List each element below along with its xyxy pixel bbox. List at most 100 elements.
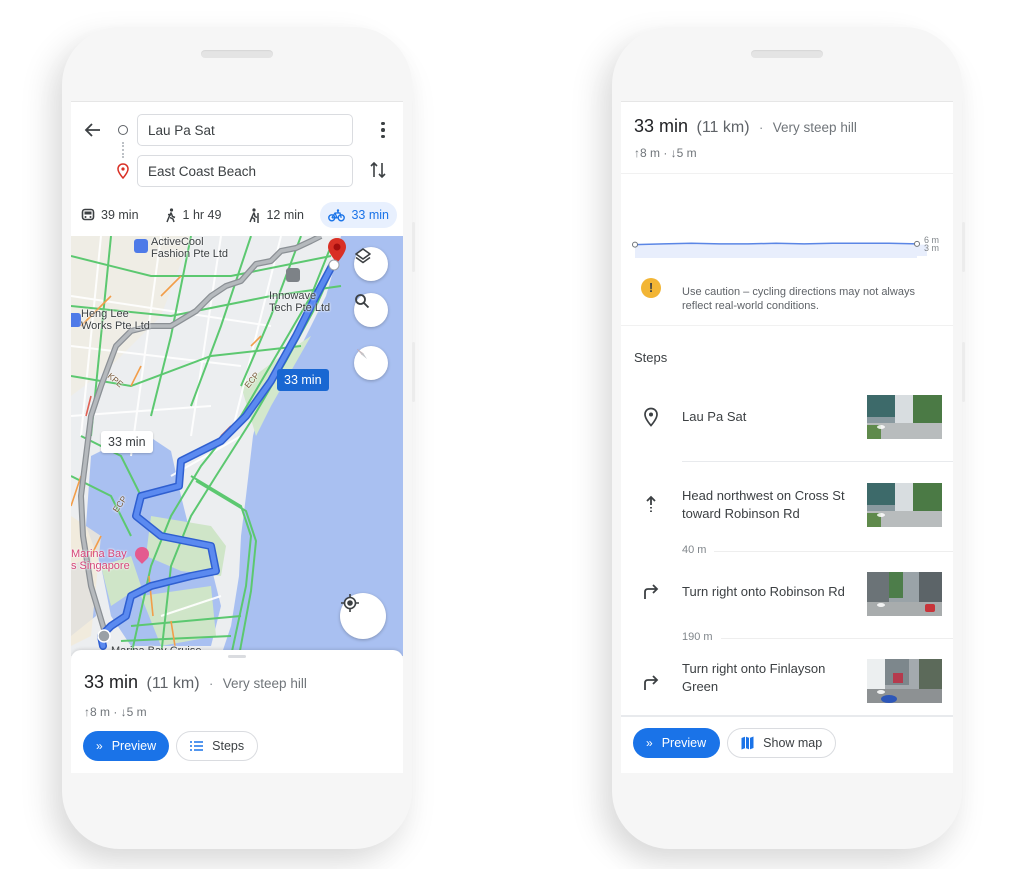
- search-icon: [355, 294, 370, 309]
- preview-button[interactable]: » Preview: [83, 731, 170, 761]
- step-text: Head northwest on Cross St toward Robins…: [682, 488, 845, 521]
- step-divider: [682, 461, 953, 462]
- step-item[interactable]: Turn right onto Robinson Rd: [621, 567, 953, 627]
- turn-right-icon: [641, 583, 661, 603]
- compass-icon: [357, 349, 367, 359]
- origin-input[interactable]: Lau Pa Sat: [137, 114, 353, 146]
- map-icon: [741, 736, 754, 750]
- search-along-route-button[interactable]: [354, 293, 388, 327]
- map-label-line: s Singapore: [71, 560, 130, 572]
- swap-vert-icon: [370, 161, 386, 179]
- warning-icon: !: [641, 278, 661, 298]
- steps-screen: 33 min (11 km) · Very steep hill ↑8 m · …: [621, 101, 953, 773]
- phone-frame-left: Lau Pa Sat East Coast Beach 39 min 1 hr …: [62, 27, 415, 849]
- swap-directions-button[interactable]: [369, 160, 389, 182]
- step-text: Turn right onto Finlayson Green: [682, 661, 826, 694]
- step-text: Lau Pa Sat: [682, 409, 747, 424]
- phone-side-button: [962, 342, 965, 402]
- route-terrain: Very steep hill: [772, 120, 857, 135]
- step-distance: 190 m: [682, 631, 721, 643]
- compass-button[interactable]: [354, 346, 388, 380]
- step-item[interactable]: Lau Pa Sat: [621, 393, 953, 453]
- map-label-line: ActiveCool: [151, 236, 204, 248]
- phone-speaker: [751, 50, 823, 58]
- distance-divider: [682, 638, 953, 639]
- map-label-poi[interactable]: ActiveCool Fashion Pte Ltd: [151, 236, 228, 260]
- step-item[interactable]: Head northwest on Cross St toward Robins…: [621, 477, 953, 547]
- business-poi-icon[interactable]: [71, 313, 81, 327]
- straight-arrow-icon: [641, 495, 661, 515]
- phone-side-button: [412, 342, 415, 402]
- steps-button[interactable]: Steps: [176, 731, 259, 761]
- step-text: Turn right onto Robinson Rd: [682, 584, 845, 599]
- street-view-thumbnail[interactable]: [867, 483, 942, 527]
- sheet-drag-handle[interactable]: [228, 655, 246, 658]
- sheet-actions: » Preview Steps: [83, 731, 265, 761]
- phone-side-button: [962, 222, 965, 272]
- list-icon: [190, 741, 204, 751]
- place-icon: [641, 407, 661, 427]
- elevation-chart-svg: [632, 240, 927, 258]
- my-location-button[interactable]: [340, 593, 386, 639]
- business-poi-icon[interactable]: [286, 268, 300, 282]
- alternate-route-duration-chip[interactable]: 33 min: [101, 431, 153, 453]
- arrow-back-icon: [84, 123, 100, 137]
- route-duration: 33 min: [634, 116, 689, 136]
- preview-button[interactable]: » Preview: [633, 728, 721, 758]
- route-duration: 33 min: [84, 672, 139, 692]
- separator-dot: ·: [208, 676, 214, 691]
- shopping-poi-icon[interactable]: [134, 239, 148, 253]
- my-location-icon: [341, 594, 359, 612]
- tab-transit[interactable]: 39 min: [73, 202, 147, 228]
- route-terrain: Very steep hill: [222, 676, 307, 691]
- route-summary: 33 min (11 km) · Very steep hill: [634, 116, 857, 137]
- steps-heading: Steps: [634, 350, 668, 365]
- map-label-line: Tech Pte Ltd: [269, 302, 331, 314]
- tab-label: 12 min: [266, 208, 304, 222]
- caution-text: Use caution – cycling directions may not…: [682, 286, 915, 312]
- hike-icon: [249, 207, 260, 223]
- elevation-chart: 6 m 3 m: [621, 174, 953, 258]
- tab-hike[interactable]: 12 min: [239, 202, 312, 228]
- elevation-start-point: [632, 241, 638, 248]
- route-summary: 33 min (11 km) · Very steep hill: [84, 672, 307, 693]
- tab-label: 33 min: [351, 208, 389, 222]
- layers-button[interactable]: [354, 247, 388, 281]
- route-map[interactable]: ActiveCool Fashion Pte Ltd Heng Lee Work…: [71, 236, 403, 656]
- map-label-line: Heng Lee: [81, 308, 129, 320]
- street-view-thumbnail[interactable]: [867, 395, 942, 439]
- button-label: Preview: [111, 739, 157, 753]
- layers-icon: [355, 248, 371, 264]
- route-start-marker: [97, 629, 111, 643]
- tab-walk[interactable]: 1 hr 49: [157, 202, 230, 228]
- route-distance: (11 km): [696, 119, 750, 136]
- map-label-line: Marina Bay: [71, 548, 127, 560]
- route-distance: (11 km): [146, 675, 200, 692]
- steps-footer: » Preview Show map: [621, 715, 953, 773]
- caution-banner: ! Use caution – cycling directions may n…: [621, 258, 953, 326]
- show-map-button[interactable]: Show map: [727, 728, 837, 758]
- elevation-gain-loss: ↑8 m · ↓5 m: [84, 705, 147, 719]
- street-view-thumbnail[interactable]: [867, 659, 942, 703]
- route-summary-sheet[interactable]: 33 min (11 km) · Very steep hill ↑8 m · …: [71, 650, 403, 773]
- map-label-poi[interactable]: Innowave Tech Pte Ltd: [269, 290, 330, 314]
- street-view-thumbnail[interactable]: [867, 572, 942, 616]
- map-label-poi[interactable]: Marina Bay s Singapore: [71, 548, 130, 572]
- walk-icon: [165, 207, 175, 222]
- map-label-poi[interactable]: Heng Lee Works Pte Ltd: [81, 308, 150, 332]
- back-button[interactable]: [83, 120, 103, 140]
- directions-screen: Lau Pa Sat East Coast Beach 39 min 1 hr …: [71, 101, 403, 773]
- more-options-button[interactable]: [379, 120, 387, 140]
- travel-mode-tabs: 39 min 1 hr 49 12 min 33 min: [71, 200, 403, 230]
- button-label: Show map: [763, 736, 823, 750]
- tab-bicycle[interactable]: 33 min: [320, 202, 397, 228]
- step-distance: 40 m: [682, 544, 715, 556]
- destination-pin-icon: [116, 163, 130, 180]
- primary-route-duration-chip[interactable]: 33 min: [277, 369, 329, 391]
- destination-input[interactable]: East Coast Beach: [137, 155, 353, 187]
- double-chevron-right-icon: »: [96, 739, 103, 753]
- step-item[interactable]: Turn right onto Finlayson Green: [621, 654, 953, 714]
- tab-label: 1 hr 49: [182, 208, 222, 222]
- map-label-line: Fashion Pte Ltd: [151, 248, 229, 260]
- button-label: Preview: [661, 736, 707, 750]
